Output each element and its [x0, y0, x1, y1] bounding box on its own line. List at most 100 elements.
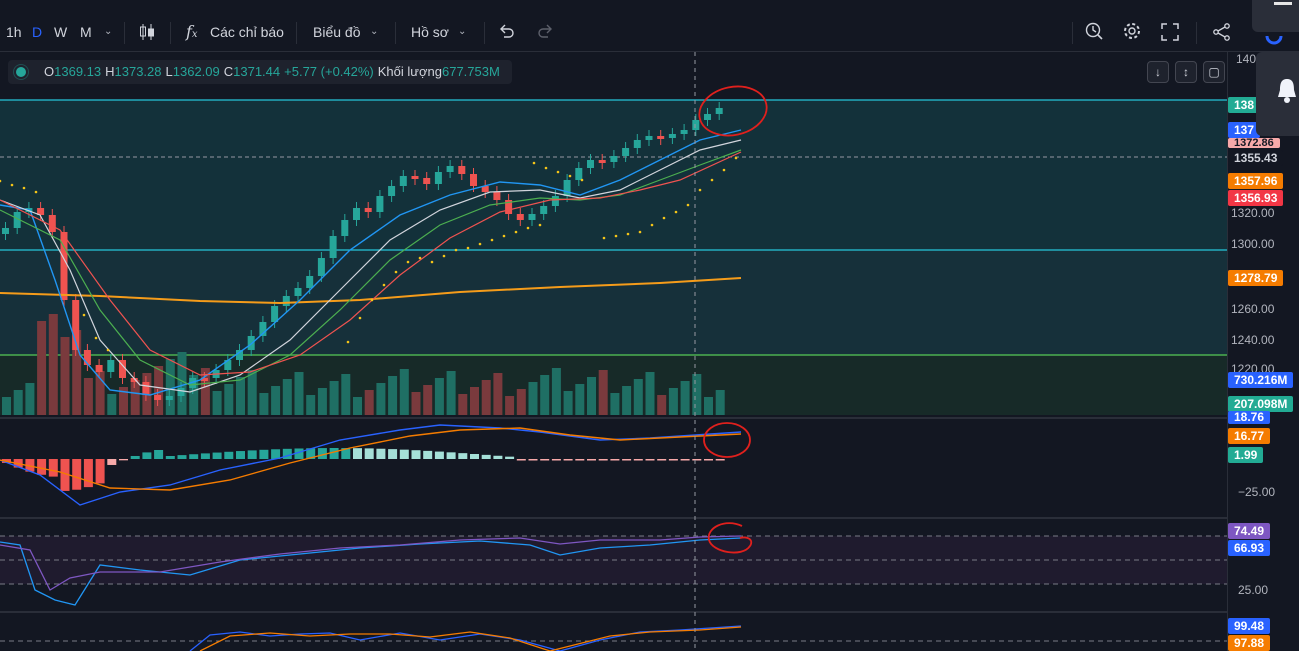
macd-tag: 1.99	[1228, 447, 1264, 463]
macd-histogram-bar	[680, 459, 690, 461]
candle-body	[470, 174, 477, 186]
volume-bar	[540, 375, 550, 415]
volume-bar	[13, 390, 23, 415]
macd-histogram-bar	[329, 448, 339, 459]
macd-histogram-bar	[154, 449, 164, 459]
sar-dot	[418, 256, 422, 260]
price-chart[interactable]	[0, 0, 1227, 651]
volume-bar	[411, 392, 421, 415]
price-tag-partial: 1372.86	[1228, 138, 1280, 148]
volume-bar	[622, 386, 632, 415]
maximize-pane-icon[interactable]: ▢	[1203, 61, 1225, 83]
macd-histogram-bar	[411, 450, 421, 459]
sar-dot	[602, 236, 606, 240]
axis-tick: 1240.00	[1231, 333, 1275, 347]
macd-histogram-bar	[224, 451, 234, 459]
macd-histogram-bar	[704, 459, 713, 461]
candle-body	[423, 178, 431, 184]
bell-icon[interactable]	[1276, 76, 1298, 106]
sar-dot	[722, 168, 726, 172]
macd-histogram-bar	[212, 452, 222, 459]
candle-body	[376, 196, 384, 212]
axis-tick: −25.00	[1238, 485, 1276, 499]
sar-dot	[94, 336, 98, 340]
macd-histogram-bar	[622, 459, 632, 461]
candle-body	[388, 186, 396, 196]
volume-bar	[388, 376, 398, 415]
volume-bar	[376, 383, 386, 415]
candle-body	[2, 228, 9, 234]
price-tag: 1278.79	[1228, 270, 1284, 286]
notification-panel[interactable]	[1256, 52, 1299, 136]
stoch-tag: 99.48	[1228, 618, 1271, 634]
candle-body	[622, 148, 630, 156]
macd-histogram-bar	[189, 454, 199, 459]
volume-bar	[2, 397, 11, 415]
axis-tick: 1260.00	[1231, 302, 1275, 316]
move-down-icon[interactable]: ↓	[1147, 61, 1169, 83]
sar-dot	[394, 270, 398, 274]
volume-bar	[715, 390, 725, 415]
macd-histogram-bar	[692, 459, 702, 461]
rsi-tag: 74.49	[1228, 523, 1271, 539]
volume-label: Khối lượng	[377, 64, 442, 79]
candle-body	[154, 395, 162, 400]
macd-histogram-bar	[645, 459, 655, 461]
macd-histogram-bar	[715, 459, 725, 461]
sar-dot	[406, 260, 410, 264]
candle-body	[329, 236, 337, 258]
volume-bar	[575, 384, 585, 415]
candle-body	[364, 208, 372, 212]
volume-bar	[212, 391, 222, 415]
macd-histogram-bar	[458, 453, 468, 459]
candle-body	[341, 220, 349, 236]
macd-histogram-bar	[353, 448, 362, 459]
sar-dot	[106, 348, 110, 352]
sar-dot	[662, 216, 666, 220]
macd-histogram-bar	[575, 459, 585, 461]
candle-body	[282, 296, 290, 306]
macd-histogram-bar	[434, 451, 444, 459]
candle-body	[575, 168, 583, 180]
sar-dot	[698, 188, 702, 192]
candle-body	[271, 306, 279, 322]
candle-body	[715, 108, 723, 114]
collapse-icon[interactable]: ↕	[1175, 61, 1197, 83]
volume-bar	[317, 388, 327, 415]
sar-dot	[614, 234, 618, 238]
open-label: O	[44, 64, 55, 79]
sar-dot	[580, 178, 584, 182]
candle-body	[493, 192, 501, 200]
macd-histogram-bar	[587, 459, 596, 461]
volume-bar	[37, 321, 47, 415]
macd-histogram-bar	[247, 450, 257, 459]
volume-bar	[458, 394, 468, 415]
candle-body	[563, 180, 571, 196]
volume-bar	[516, 389, 526, 415]
macd-histogram-bar	[423, 450, 433, 459]
volume-bar	[528, 382, 538, 415]
volume-bar	[423, 385, 433, 415]
candle-body	[516, 214, 524, 220]
volume-bar	[551, 368, 561, 415]
volume-bar	[247, 370, 257, 415]
change-value: +5.77 (+0.42%)	[284, 64, 374, 79]
volume-bar	[505, 396, 515, 415]
candle-body	[95, 365, 103, 372]
volume-bar	[271, 386, 281, 415]
candle-body	[587, 160, 594, 168]
sar-dot	[358, 316, 362, 320]
volume-bar	[259, 393, 269, 415]
volume-bar	[294, 372, 304, 415]
sar-dot	[568, 174, 572, 178]
macd-histogram-bar	[48, 459, 58, 477]
sar-dot	[466, 246, 470, 250]
price-tag: 1356.93	[1228, 190, 1284, 206]
macd-histogram-bar	[130, 455, 140, 459]
ohlc-legend: O1369.13 H1373.28 L1362.09 C1371.44 +5.77 (+…	[8, 60, 512, 84]
status-dot-icon	[16, 67, 26, 77]
logo-icon	[1265, 35, 1283, 45]
sar-dot	[502, 234, 506, 238]
candle-body	[668, 134, 676, 138]
macd-histogram-bar	[376, 448, 386, 459]
